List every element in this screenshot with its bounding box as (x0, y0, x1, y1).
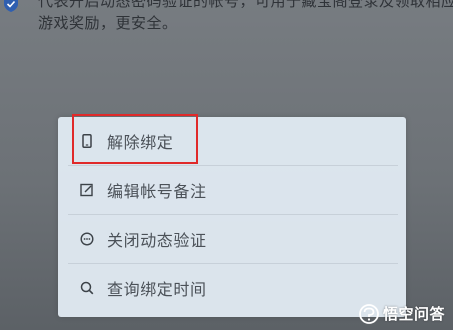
menu-item-edit-note[interactable]: 编辑帐号备注 (58, 166, 406, 214)
menu-item-close-verify[interactable]: 关闭动态验证 (58, 215, 406, 263)
account-info-block: 代表开启动态密码验证的帐号，可用于藏宝阁登录及领取相应 游戏奖励，更安全。 (0, 0, 453, 54)
dynamic-verify-icon (80, 232, 94, 246)
menu-item-query-time[interactable]: 查询绑定时间 (58, 264, 406, 312)
highlight-annotation-box (72, 114, 198, 164)
shield-check-icon (4, 0, 18, 12)
search-icon (80, 281, 94, 295)
watermark-text: 悟空问答 (382, 305, 445, 323)
screen-background: 代表开启动态密码验证的帐号，可用于藏宝阁登录及领取相应 游戏奖励，更安全。 解除… (0, 0, 453, 330)
watermark: 悟空问答 (359, 303, 445, 324)
menu-item-label: 关闭动态验证 (107, 231, 207, 250)
info-text-line-1: 代表开启动态密码验证的帐号，可用于藏宝阁登录及领取相应 (38, 0, 453, 10)
edit-icon (80, 183, 93, 197)
wukong-logo-icon (359, 303, 379, 324)
menu-item-label: 编辑帐号备注 (107, 182, 207, 201)
info-text-line-2: 游戏奖励，更安全。 (38, 14, 178, 32)
menu-item-label: 查询绑定时间 (107, 280, 207, 299)
